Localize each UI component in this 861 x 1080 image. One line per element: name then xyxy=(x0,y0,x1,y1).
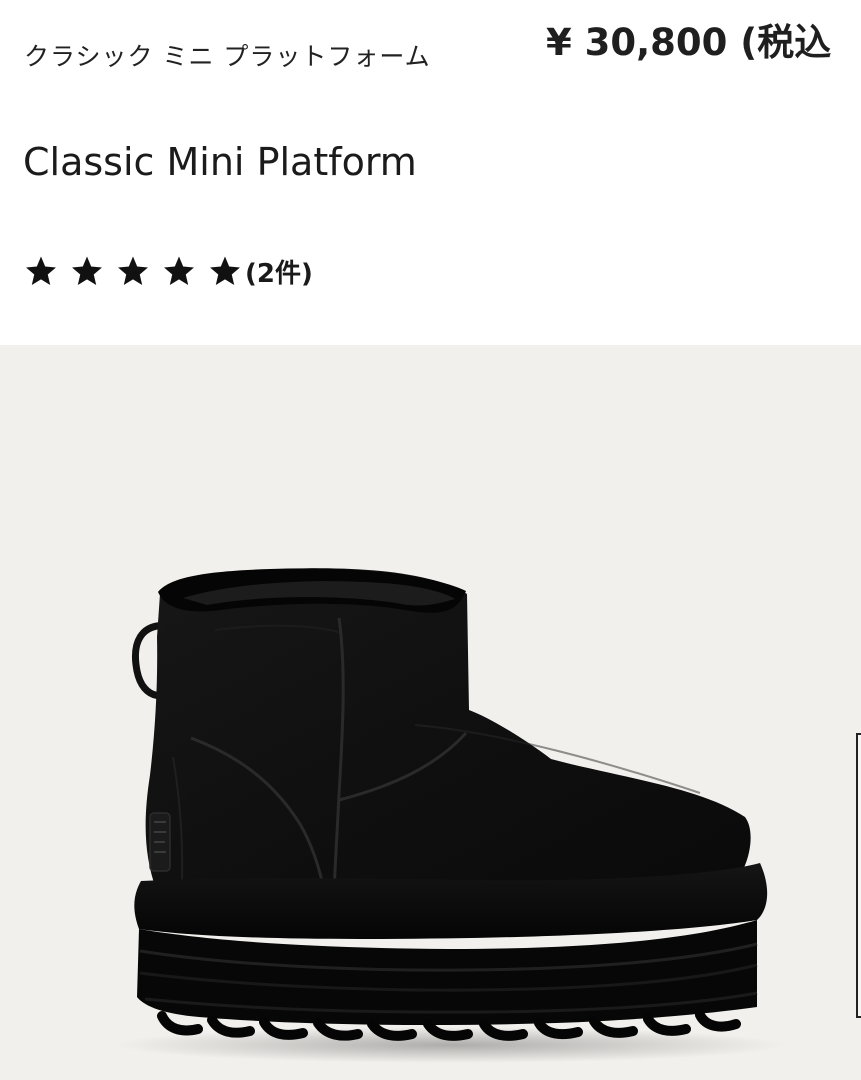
image-carousel-edge[interactable] xyxy=(856,733,861,1018)
boot-product-image xyxy=(115,568,785,1063)
star-icon xyxy=(24,254,58,288)
review-count: (2件) xyxy=(245,258,313,289)
product-image[interactable] xyxy=(0,345,861,1080)
star-rating xyxy=(24,254,254,288)
star-icon xyxy=(208,254,242,288)
star-icon xyxy=(116,254,150,288)
star-icon xyxy=(162,254,196,288)
product-name-english: Classic Mini Platform xyxy=(23,140,417,184)
rating-summary[interactable]: (2件) xyxy=(24,250,313,292)
star-icon xyxy=(70,254,104,288)
product-header: クラシック ミニ プラットフォーム ¥ 30,800 (税込 Classic M… xyxy=(0,0,861,345)
product-name-japanese: クラシック ミニ プラットフォーム xyxy=(24,42,431,71)
product-price: ¥ 30,800 (税込 xyxy=(546,21,832,64)
